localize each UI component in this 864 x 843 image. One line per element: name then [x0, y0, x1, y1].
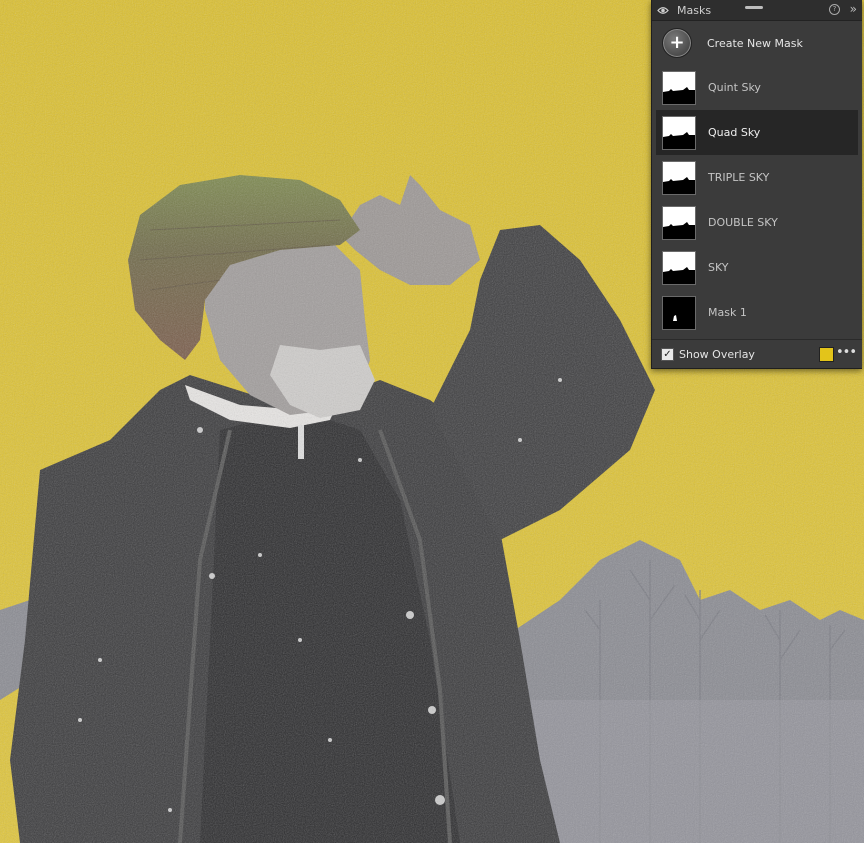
mask-item[interactable]: Quad Sky — [656, 110, 858, 155]
more-options-icon[interactable]: ••• — [836, 346, 857, 360]
create-new-mask-label: Create New Mask — [707, 36, 803, 50]
mask-label: DOUBLE SKY — [708, 216, 778, 229]
mask-label: SKY — [708, 261, 729, 274]
mask-list: Quint Sky Quad Sky TRIPLE SKY DOUBLE SKY… — [652, 65, 862, 335]
overlay-color-swatch[interactable] — [819, 347, 834, 362]
mask-item[interactable]: DOUBLE SKY — [652, 200, 862, 245]
help-icon[interactable]: ? — [829, 4, 840, 15]
eye-icon[interactable] — [657, 5, 671, 15]
show-overlay-checkbox[interactable]: ✓ — [661, 347, 674, 361]
mask-label: Mask 1 — [708, 306, 747, 319]
mask-thumbnail — [662, 295, 696, 330]
mask-label: TRIPLE SKY — [708, 171, 770, 184]
overlay-options: ✓ Show Overlay ••• — [652, 339, 862, 368]
mask-label: Quint Sky — [708, 81, 761, 94]
mask-thumbnail — [662, 70, 696, 105]
mask-item[interactable]: Mask 1 — [652, 290, 862, 335]
drag-handle[interactable] — [745, 6, 763, 9]
double-chevron-icon[interactable]: » — [850, 2, 857, 16]
create-new-mask-button[interactable]: + Create New Mask — [652, 21, 862, 65]
masks-panel: Masks ? » + Create New Mask Quint Sky Qu… — [651, 0, 862, 369]
mask-thumbnail — [662, 250, 696, 285]
mask-thumbnail — [662, 205, 696, 240]
panel-title: Masks — [677, 3, 712, 17]
mask-thumbnail — [662, 160, 696, 195]
mask-item[interactable]: TRIPLE SKY — [652, 155, 862, 200]
mask-label: Quad Sky — [708, 126, 761, 139]
mask-item[interactable]: SKY — [652, 245, 862, 290]
show-overlay-label[interactable]: Show Overlay — [679, 348, 755, 361]
masks-panel-header[interactable]: Masks ? » — [652, 0, 862, 21]
mask-item[interactable]: Quint Sky — [652, 65, 862, 110]
plus-icon: + — [662, 28, 692, 58]
mask-thumbnail — [662, 115, 696, 150]
